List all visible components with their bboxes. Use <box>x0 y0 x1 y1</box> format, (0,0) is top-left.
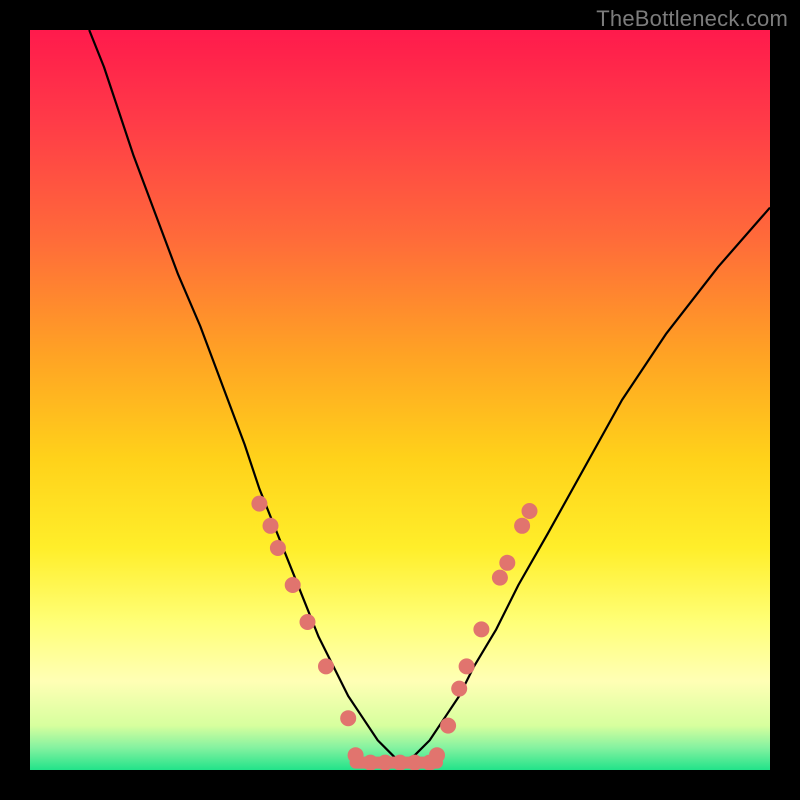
data-marker <box>377 755 393 770</box>
data-marker <box>473 621 489 637</box>
data-marker <box>392 755 408 770</box>
data-marker <box>318 658 334 674</box>
series-group <box>89 30 770 763</box>
data-marker <box>251 496 267 512</box>
data-marker <box>492 570 508 586</box>
outer-frame: TheBottleneck.com <box>0 0 800 800</box>
data-marker <box>263 518 279 534</box>
chart-svg <box>30 30 770 770</box>
data-marker <box>285 577 301 593</box>
data-marker <box>440 718 456 734</box>
watermark-text: TheBottleneck.com <box>596 6 788 32</box>
data-marker <box>407 755 423 770</box>
data-marker <box>514 518 530 534</box>
data-marker <box>451 681 467 697</box>
data-marker <box>499 555 515 571</box>
series-left-branch <box>89 30 400 763</box>
data-marker <box>459 658 475 674</box>
data-marker <box>429 747 445 763</box>
data-marker <box>348 747 364 763</box>
data-marker <box>362 755 378 770</box>
data-marker <box>340 710 356 726</box>
series-right-branch <box>400 208 770 763</box>
data-marker <box>300 614 316 630</box>
data-marker <box>270 540 286 556</box>
plot-area <box>30 30 770 770</box>
data-marker <box>522 503 538 519</box>
